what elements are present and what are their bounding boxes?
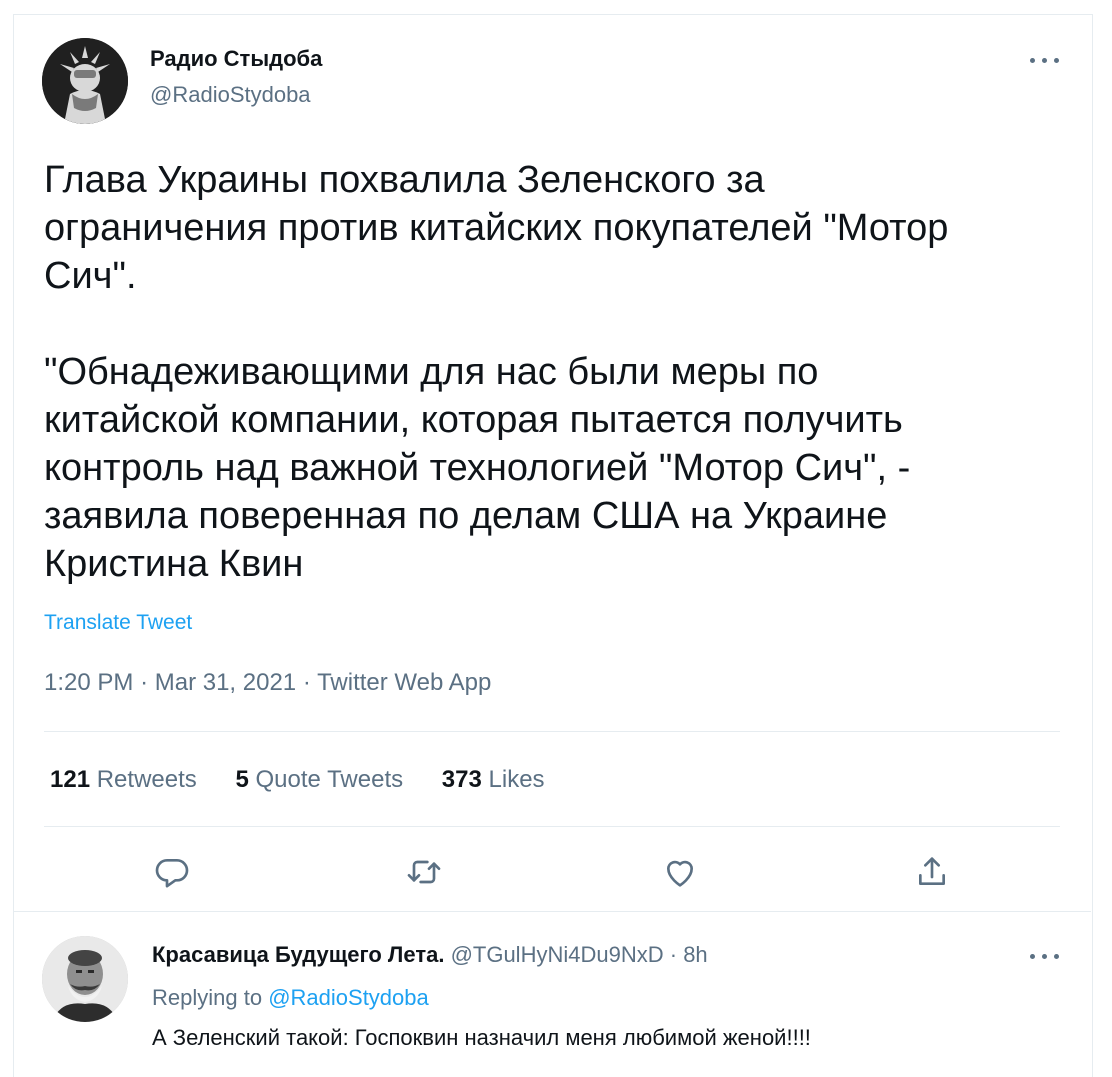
reply-author-name[interactable]: Красавица Будущего Лета.	[152, 942, 444, 967]
more-options-icon[interactable]	[1028, 50, 1062, 70]
author-name[interactable]: Радио Стыдоба	[150, 46, 322, 72]
divider	[13, 911, 1091, 912]
tweet-date[interactable]: Mar 31, 2021	[155, 669, 296, 696]
tweet-time[interactable]: 1:20 PM	[44, 669, 133, 696]
reply-icon	[155, 859, 189, 888]
replying-to-handle[interactable]: @RadioStydoba	[268, 985, 429, 1010]
tweet-meta: 1:20 PM · Mar 31, 2021 · Twitter Web App	[44, 669, 491, 697]
retweets-label: Retweets	[96, 766, 197, 793]
reply-author-avatar[interactable]	[42, 936, 128, 1022]
tweet-paragraph-2: "Обнадеживающими для нас были меры по ки…	[44, 351, 911, 585]
reply-author-handle[interactable]: @TGulHyNi4Du9NxD	[451, 942, 664, 967]
quotes-label: Quote Tweets	[255, 766, 404, 793]
tweet-source[interactable]: Twitter Web App	[317, 669, 491, 696]
reply-more-options-icon[interactable]	[1028, 946, 1062, 966]
retweets-count: 121	[50, 766, 91, 793]
reply-time[interactable]: 8h	[683, 942, 707, 967]
replying-to-prefix: Replying to	[152, 985, 263, 1010]
divider	[44, 826, 1060, 827]
replying-to-line: Replying to @RadioStydoba	[152, 985, 429, 1011]
like-icon	[667, 860, 693, 887]
author-handle[interactable]: @RadioStydoba	[150, 82, 311, 108]
like-button[interactable]	[660, 852, 700, 892]
reply-button[interactable]	[152, 852, 192, 892]
translate-tweet-link[interactable]: Translate Tweet	[44, 611, 192, 635]
reply-text: А Зеленский такой: Госпоквин назначил ме…	[152, 1025, 811, 1050]
portrait-photo-image	[42, 936, 128, 1022]
meta-separator: ·	[302, 669, 311, 696]
retweet-icon	[407, 860, 441, 884]
share-button[interactable]	[912, 852, 952, 892]
engagement-stats: 121 Retweets 5 Quote Tweets 373 Likes	[50, 766, 577, 794]
reply-header: Красавица Будущего Лета. @TGulHyNi4Du9Nx…	[152, 942, 708, 968]
reply-separator: ·	[669, 942, 678, 967]
divider	[44, 731, 1060, 732]
quote-tweets-stat[interactable]: 5 Quote Tweets	[235, 766, 403, 794]
retweet-button[interactable]	[404, 852, 444, 892]
likes-label: Likes	[488, 766, 545, 793]
retweets-stat[interactable]: 121 Retweets	[50, 766, 197, 794]
statue-of-liberty-image	[42, 38, 128, 124]
tweet-text: Глава Украины похвалила Зеленского за ог…	[44, 156, 1054, 588]
likes-stat[interactable]: 373 Likes	[442, 766, 545, 794]
author-avatar[interactable]	[42, 38, 128, 124]
likes-count: 373	[441, 766, 482, 793]
quotes-count: 5	[235, 766, 249, 793]
tweet-paragraph-1: Глава Украины похвалила Зеленского за ог…	[44, 159, 949, 297]
meta-separator: ·	[140, 669, 149, 696]
share-icon	[919, 857, 945, 885]
